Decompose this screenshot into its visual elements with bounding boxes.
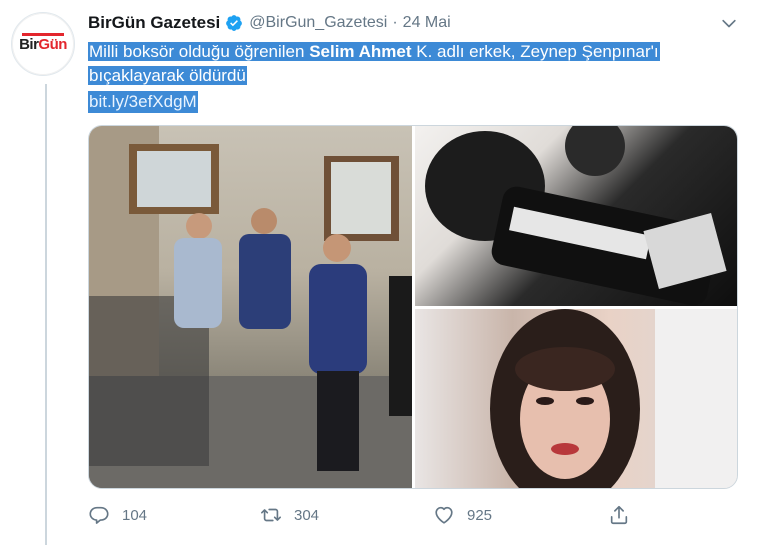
thread-line [45, 84, 47, 545]
tweet-link[interactable]: bit.ly/3efXdgM [88, 91, 198, 113]
retweet-button[interactable]: 304 [260, 504, 319, 526]
tweet-text-part1: Milli boksör olduğu öğrenilen [89, 42, 310, 61]
avatar-logo-part2: Gün [38, 35, 67, 53]
verified-badge-icon [226, 15, 243, 31]
separator-dot: · [392, 14, 398, 31]
retweet-icon [261, 508, 281, 522]
chevron-down-icon[interactable] [718, 14, 740, 34]
reply-icon [89, 506, 109, 524]
share-icon [610, 505, 628, 525]
media-photo-gloves[interactable] [415, 126, 737, 306]
avatar-logo: BirGün [19, 36, 67, 53]
media-photo-police[interactable] [89, 126, 412, 488]
tweet-text-line1: Milli boksör olduğu öğrenilen Selim Ahme… [88, 42, 660, 61]
tweet-text-part2: K. adlı erkek, Zeynep Şenpınar'ı [411, 42, 659, 61]
handle[interactable]: @BirGun_Gazetesi [249, 14, 387, 32]
like-count: 925 [467, 506, 493, 524]
like-button[interactable]: 925 [433, 504, 492, 526]
avatar[interactable]: BirGün [11, 12, 75, 76]
reply-count: 104 [122, 506, 148, 524]
share-button[interactable] [608, 504, 642, 526]
tweet-date[interactable]: 24 Mai [403, 14, 451, 32]
media-grid [88, 125, 738, 489]
tweet-actions: 104 304 925 [88, 504, 648, 530]
tweet-header: BirGün Gazetesi @BirGun_Gazetesi · 24 Ma… [88, 12, 451, 34]
avatar-logo-bar [22, 33, 64, 36]
retweet-count: 304 [294, 506, 320, 524]
reply-button[interactable]: 104 [88, 504, 147, 526]
tweet-text-bold: Selim Ahmet [309, 42, 412, 61]
display-name[interactable]: BirGün Gazetesi [88, 13, 220, 33]
avatar-logo-part1: Bir [19, 35, 39, 53]
tweet-text-line2: bıçaklayarak öldürdü [88, 66, 247, 85]
tweet-text: Milli boksör olduğu öğrenilen Selim Ahme… [88, 40, 738, 88]
like-icon [435, 506, 453, 524]
media-photo-portrait[interactable] [415, 309, 737, 488]
